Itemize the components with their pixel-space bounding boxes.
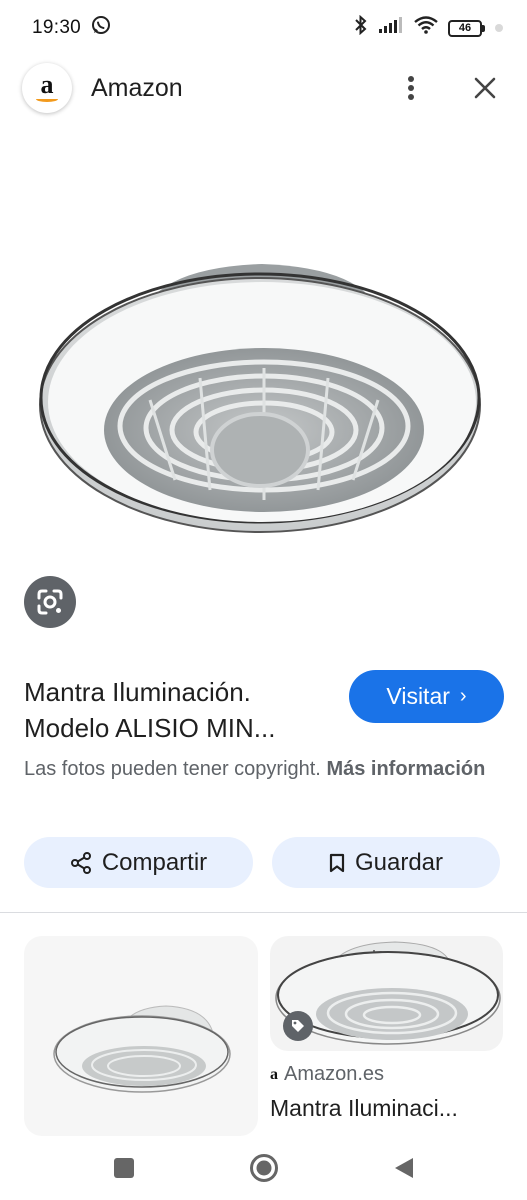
notification-dot [495, 24, 503, 32]
wifi-icon [414, 16, 438, 40]
home-button[interactable] [244, 1148, 284, 1188]
header: a Amazon [0, 60, 527, 116]
status-left: 19:30 [32, 15, 111, 41]
source-name: Amazon.es [284, 1063, 385, 1085]
bookmark-icon [329, 853, 345, 872]
back-button[interactable] [384, 1148, 424, 1188]
visual-search-button[interactable] [24, 576, 76, 628]
product-title-line1: Mantra Iluminación. [24, 677, 251, 707]
share-icon [70, 851, 91, 874]
share-button[interactable]: Compartir [24, 837, 253, 888]
result-source: a Amazon.es [270, 1063, 384, 1086]
visit-label: Visitar [386, 683, 450, 709]
status-right: 46 [354, 14, 503, 41]
battery-level: 46 [448, 19, 482, 37]
copyright-notice: Las fotos pueden tener copyright. Más in… [24, 754, 504, 784]
related-result-card[interactable] [24, 936, 258, 1136]
close-button[interactable] [465, 68, 505, 108]
system-nav-bar [0, 1136, 527, 1200]
whatsapp-icon [91, 15, 111, 41]
header-actions [391, 68, 505, 108]
battery-tip [482, 24, 485, 32]
more-info-link[interactable]: Más información [326, 758, 485, 780]
product-title-line2: Modelo ALISIO MIN... [24, 713, 276, 743]
status-bar: 19:30 46 [0, 0, 527, 56]
status-time: 19:30 [32, 17, 82, 38]
product-title: Mantra Iluminación. Modelo ALISIO MIN... [24, 674, 334, 746]
bluetooth-icon [354, 14, 368, 41]
section-divider [0, 912, 527, 913]
header-title: Amazon [91, 73, 183, 102]
copyright-text: Las fotos pueden tener copyright. [24, 758, 321, 780]
logo-smile-icon [36, 96, 58, 102]
product-tag-badge [283, 1011, 313, 1041]
chevron-right-icon: › [459, 685, 467, 707]
save-button[interactable]: Guardar [272, 837, 500, 888]
back-triangle-icon [394, 1158, 413, 1178]
visit-button[interactable]: Visitar › [349, 670, 504, 723]
recents-button[interactable] [104, 1148, 144, 1188]
share-label: Compartir [101, 848, 208, 876]
price-tag-icon [292, 1020, 304, 1032]
close-icon [474, 77, 496, 99]
signal-icon [378, 16, 404, 40]
amazon-favicon-icon: a [270, 1065, 278, 1083]
lens-icon [37, 589, 63, 615]
result-title[interactable]: Mantra Iluminaci... [270, 1095, 510, 1122]
more-vert-icon [408, 76, 414, 100]
home-circle-icon [249, 1154, 278, 1182]
recents-square-icon [113, 1158, 134, 1178]
save-label: Guardar [354, 848, 444, 876]
battery-indicator: 46 [448, 19, 485, 37]
related-product-image [53, 1005, 231, 1093]
amazon-logo: a [22, 63, 72, 113]
more-options-button[interactable] [391, 68, 431, 108]
product-image[interactable] [0, 200, 527, 560]
